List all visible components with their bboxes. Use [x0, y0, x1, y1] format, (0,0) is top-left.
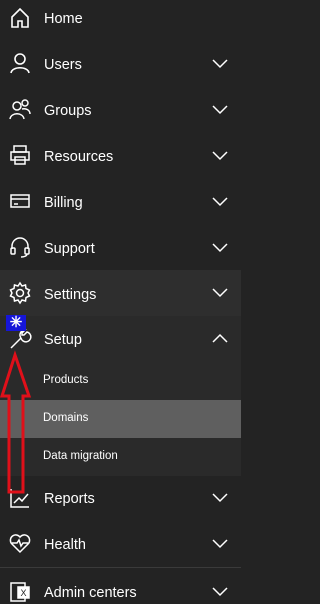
nav-item-support[interactable]: Support — [0, 226, 241, 270]
nav-item-label: Settings — [44, 287, 97, 303]
subnav-item-domains[interactable]: Domains — [0, 400, 241, 438]
chevron-down-icon[interactable] — [212, 539, 228, 549]
chevron-down-icon[interactable] — [212, 59, 228, 69]
chevron-down-icon[interactable] — [212, 587, 228, 597]
svg-text:X: X — [20, 588, 26, 598]
asterisk-badge-icon: ✳ — [6, 315, 26, 331]
chevron-down-icon[interactable] — [212, 243, 228, 253]
chevron-down-icon[interactable] — [212, 151, 228, 161]
nav-item-admin-centers[interactable]: X Admin centers — [0, 570, 241, 602]
chevron-down-icon[interactable] — [212, 197, 228, 207]
subnav-item-data-migration[interactable]: Data migration — [0, 438, 241, 476]
left-navigation: Home Users Groups Resources Billing Supp… — [0, 0, 241, 602]
nav-item-label: Setup — [44, 332, 82, 348]
nav-item-resources[interactable]: Resources — [0, 134, 241, 178]
nav-item-label: Reports — [44, 491, 95, 507]
nav-item-label: Resources — [44, 149, 114, 165]
subnav-item-products[interactable]: Products — [0, 362, 241, 400]
chevron-down-icon[interactable] — [212, 105, 228, 115]
nav-divider — [0, 567, 241, 568]
home-icon — [8, 6, 32, 30]
chevron-up-icon[interactable] — [212, 333, 228, 343]
groups-icon — [8, 97, 32, 121]
nav-item-label: Groups — [44, 103, 92, 119]
gear-icon — [8, 281, 32, 305]
nav-item-settings[interactable]: Settings — [0, 272, 241, 316]
nav-item-label: Home — [44, 11, 83, 27]
printer-icon — [8, 143, 32, 167]
heart-pulse-icon — [8, 531, 32, 555]
chevron-down-icon[interactable] — [212, 493, 228, 503]
nav-item-label: Users — [44, 57, 82, 73]
nav-item-reports[interactable]: Reports — [0, 476, 241, 520]
subnav-item-label: Data migration — [43, 450, 118, 462]
nav-item-label: Admin centers — [44, 585, 137, 601]
nav-item-label: Billing — [44, 195, 83, 211]
admin-centers-icon: X — [8, 580, 32, 604]
nav-item-billing[interactable]: Billing — [0, 180, 241, 224]
chart-icon — [8, 486, 32, 510]
nav-item-home[interactable]: Home — [0, 0, 241, 40]
user-icon — [8, 51, 32, 75]
nav-item-health[interactable]: Health — [0, 522, 241, 566]
nav-item-setup[interactable]: Setup — [0, 318, 241, 362]
nav-item-users[interactable]: Users — [0, 42, 241, 86]
subnav-item-label: Domains — [43, 412, 89, 424]
subnav-item-label: Products — [43, 374, 89, 386]
chevron-down-icon[interactable] — [212, 288, 228, 298]
headset-icon — [8, 235, 32, 259]
nav-item-groups[interactable]: Groups — [0, 88, 241, 132]
credit-card-icon — [8, 189, 32, 213]
nav-item-label: Health — [44, 537, 86, 553]
nav-item-label: Support — [44, 241, 95, 257]
